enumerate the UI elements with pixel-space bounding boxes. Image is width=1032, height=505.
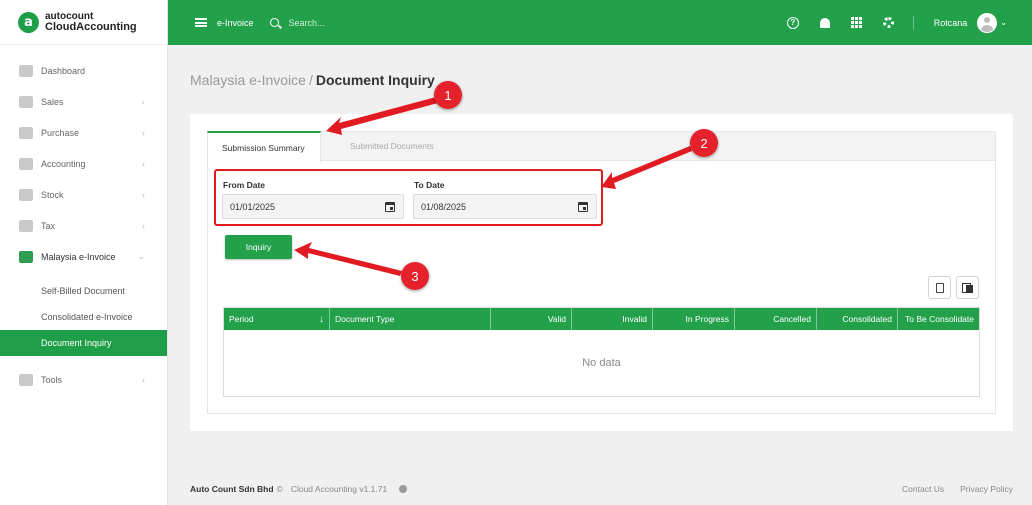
app-logo[interactable]: a autocount CloudAccounting (0, 0, 167, 45)
menu-icon[interactable] (195, 18, 207, 27)
purchase-icon (19, 126, 33, 139)
sidebar: a autocount CloudAccounting Dashboard Sa… (0, 0, 168, 505)
module-title: e-Invoice (217, 17, 254, 28)
sidebar-nav: Dashboard Sales ‹ Purchase ‹ Accounting … (0, 45, 167, 395)
gear-icon (883, 17, 895, 28)
page-title: Document Inquiry (315, 72, 435, 88)
annotation-badge-1: 1 (434, 81, 462, 109)
sidebar-subitem-self-billed[interactable]: Self-Billed Document (0, 278, 167, 304)
tab-submitted-documents[interactable]: Submitted Documents (336, 131, 448, 161)
tab-bar: Submission Summary Submitted Documents (207, 131, 996, 162)
top-bar: e-Invoice ? Rotcana ⌄ (168, 0, 1032, 45)
sidebar-item-label: Tax (41, 220, 56, 231)
sidebar-item-dashboard[interactable]: Dashboard (0, 55, 167, 86)
sidebar-item-label: Dashboard (41, 65, 86, 76)
breadcrumb: Malaysia e-Invoice / Document Inquiry (190, 72, 435, 88)
footer: Auto Count Sdn Bhd © Cloud Accounting v1… (168, 472, 1032, 505)
chevron-left-icon: ‹ (142, 96, 145, 107)
column-header-invalid[interactable]: Invalid (572, 308, 653, 330)
table-header: Period ↓ Document Type Valid Invalid In … (224, 308, 979, 330)
summary-table: Period ↓ Document Type Valid Invalid In … (223, 307, 980, 397)
logo-mark-icon: a (18, 11, 39, 33)
stock-icon (19, 188, 33, 201)
inquiry-button[interactable]: Inquiry (225, 235, 292, 259)
footer-company: Auto Count Sdn Bhd (190, 483, 274, 494)
dashboard-icon (19, 64, 33, 77)
sidebar-item-label: Purchase (41, 127, 80, 138)
sidebar-item-malaysia-einvoice[interactable]: Malaysia e-Invoice ⌄ (0, 241, 167, 272)
chevron-left-icon: ‹ (142, 374, 145, 385)
sidebar-item-stock[interactable]: Stock ‹ (0, 179, 167, 210)
annotation-badge-2: 2 (690, 129, 718, 157)
chevron-left-icon: ‹ (142, 158, 145, 169)
sort-arrow-icon[interactable]: ↓ (319, 314, 324, 325)
apps-button[interactable] (851, 17, 863, 29)
sidebar-item-tax[interactable]: Tax ‹ (0, 210, 167, 241)
globe-icon[interactable] (399, 484, 408, 493)
username[interactable]: Rotcana (934, 18, 968, 28)
sales-icon (19, 95, 33, 108)
tab-submission-summary[interactable]: Submission Summary (207, 131, 321, 162)
sidebar-item-sales[interactable]: Sales ‹ (0, 86, 167, 117)
sidebar-item-label: Stock (41, 189, 64, 200)
breadcrumb-separator: / (308, 72, 313, 88)
chevron-left-icon: ‹ (142, 127, 145, 138)
sidebar-item-label: Sales (41, 96, 64, 107)
column-header-valid[interactable]: Valid (491, 308, 572, 330)
chevron-down-icon[interactable]: ⌄ (1000, 18, 1007, 27)
column-header-to-be-consolidate[interactable]: To Be Consolidate (898, 308, 979, 330)
document-export-icon (935, 282, 944, 293)
export-button[interactable] (928, 276, 951, 299)
app-version: Cloud Accounting v1.1.71 (290, 483, 388, 494)
column-header-in-progress[interactable]: In Progress (653, 308, 735, 330)
copy-button[interactable] (956, 276, 979, 299)
settings-button[interactable] (883, 17, 895, 29)
column-header-period[interactable]: Period ↓ (224, 308, 330, 330)
sidebar-item-accounting[interactable]: Accounting ‹ (0, 148, 167, 179)
apps-grid-icon (851, 17, 863, 28)
topbar-divider (912, 15, 914, 30)
contact-us-link[interactable]: Contact Us (902, 484, 944, 494)
sidebar-item-label: Accounting (41, 158, 86, 169)
annotation-badge-3: 3 (401, 262, 429, 290)
sidebar-item-purchase[interactable]: Purchase ‹ (0, 117, 167, 148)
breadcrumb-parent[interactable]: Malaysia e-Invoice (190, 72, 306, 88)
help-icon[interactable]: ? (786, 16, 799, 29)
date-range-highlight (214, 169, 603, 226)
search-input[interactable] (288, 17, 489, 28)
chevron-down-icon: ⌄ (137, 251, 145, 261)
empty-state: No data (582, 357, 621, 369)
column-header-cancelled[interactable]: Cancelled (735, 308, 817, 330)
sidebar-item-tools[interactable]: Tools ‹ (0, 364, 167, 395)
notification-button[interactable] (819, 17, 831, 29)
accounting-icon (19, 157, 33, 170)
sidebar-subitem-document-inquiry[interactable]: Document Inquiry (0, 330, 167, 356)
tools-icon (19, 373, 33, 386)
column-header-label: Period (229, 314, 254, 324)
avatar[interactable] (977, 12, 998, 33)
sidebar-subitem-consolidated[interactable]: Consolidated e-Invoice (0, 304, 167, 330)
tax-icon (19, 219, 33, 232)
sidebar-item-label: Tools (41, 374, 63, 385)
search-icon[interactable] (269, 18, 279, 27)
chevron-left-icon: ‹ (142, 220, 145, 231)
logo-line2: CloudAccounting (45, 21, 137, 33)
privacy-policy-link[interactable]: Privacy Policy (960, 484, 1013, 494)
einvoice-icon (19, 250, 33, 263)
copy-icon (962, 283, 973, 293)
column-header-consolidated[interactable]: Consolidated (817, 308, 898, 330)
bell-icon (819, 17, 830, 28)
copyright-symbol: © (276, 483, 283, 494)
column-header-document-type[interactable]: Document Type (330, 308, 491, 330)
sidebar-item-label: Malaysia e-Invoice (41, 251, 116, 262)
chevron-left-icon: ‹ (142, 189, 145, 200)
